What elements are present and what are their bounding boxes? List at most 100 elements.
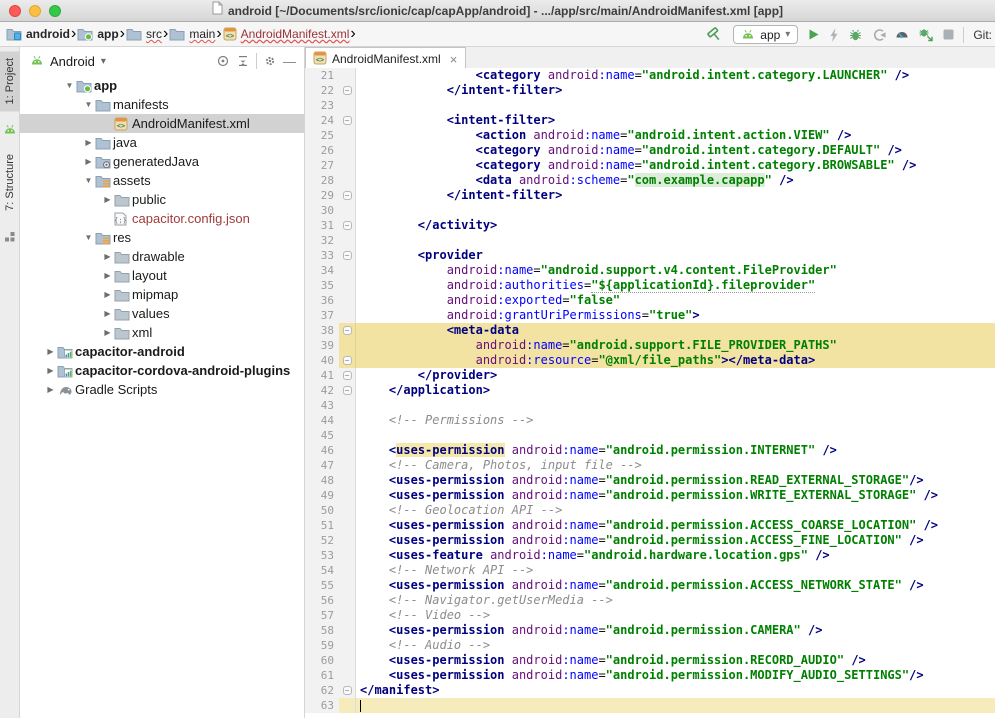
breadcrumb-item-android[interactable]: android <box>6 27 70 41</box>
close-icon[interactable]: × <box>446 52 458 67</box>
line-number[interactable]: 59 <box>305 638 339 653</box>
line-number[interactable]: 30 <box>305 203 339 218</box>
tree-item-capacitor-android[interactable]: ▶capacitor-android <box>20 342 304 361</box>
fold-end-icon[interactable]: − <box>343 386 352 395</box>
code-line-text[interactable]: <uses-permission android:name="android.p… <box>356 533 995 548</box>
code-line-text[interactable]: <category android:name="android.intent.c… <box>356 68 995 83</box>
tree-item-app[interactable]: ▼app <box>20 76 304 95</box>
tab-androidmanifest[interactable]: <> AndroidManifest.xml × <box>305 47 466 70</box>
code-line-55[interactable]: 55 <uses-permission android:name="androi… <box>305 578 995 593</box>
line-number[interactable]: 60 <box>305 653 339 668</box>
line-number[interactable]: 44 <box>305 413 339 428</box>
hide-panel-icon[interactable]: — <box>283 54 296 69</box>
tree-item-drawable[interactable]: ▶drawable <box>20 247 304 266</box>
code-line-text[interactable]: <uses-permission android:name="android.p… <box>356 518 995 533</box>
expand-arrow-icon[interactable]: ▶ <box>101 328 114 337</box>
expand-arrow-icon[interactable]: ▶ <box>82 157 95 166</box>
line-number[interactable]: 54 <box>305 563 339 578</box>
code-line-text[interactable] <box>356 398 995 413</box>
code-line-23[interactable]: 23 <box>305 98 995 113</box>
fold-end-icon[interactable]: − <box>343 221 352 230</box>
code-line-52[interactable]: 52 <uses-permission android:name="androi… <box>305 533 995 548</box>
code-line-25[interactable]: 25 <action android:name="android.intent.… <box>305 128 995 143</box>
line-number[interactable]: 49 <box>305 488 339 503</box>
line-number[interactable]: 34 <box>305 263 339 278</box>
line-number[interactable]: 50 <box>305 503 339 518</box>
fold-end-icon[interactable]: − <box>343 356 352 365</box>
code-line-text[interactable]: android:resource="@xml/file_paths"></met… <box>356 353 995 368</box>
expand-arrow-icon[interactable]: ▶ <box>82 138 95 147</box>
code-line-text[interactable]: <data android:scheme="com.example.capapp… <box>356 173 995 188</box>
line-number[interactable]: 58 <box>305 623 339 638</box>
expand-arrow-icon[interactable]: ▶ <box>44 366 57 375</box>
code-line-62[interactable]: 62−</manifest> <box>305 683 995 698</box>
code-line-56[interactable]: 56 <!-- Navigator.getUserMedia --> <box>305 593 995 608</box>
code-line-59[interactable]: 59 <!-- Audio --> <box>305 638 995 653</box>
code-line-29[interactable]: 29− </intent-filter> <box>305 188 995 203</box>
expand-arrow-icon[interactable]: ▶ <box>101 252 114 261</box>
code-line-text[interactable]: <action android:name="android.intent.act… <box>356 128 995 143</box>
line-number[interactable]: 53 <box>305 548 339 563</box>
code-line-30[interactable]: 30 <box>305 203 995 218</box>
fold-start-icon[interactable]: − <box>343 116 352 125</box>
line-number[interactable]: 62 <box>305 683 339 698</box>
line-number[interactable]: 37 <box>305 308 339 323</box>
line-number[interactable]: 51 <box>305 518 339 533</box>
expand-arrow-icon[interactable]: ▶ <box>101 290 114 299</box>
code-line-text[interactable]: <!-- Camera, Photos, input file --> <box>356 458 995 473</box>
code-line-text[interactable]: <uses-permission android:name="android.p… <box>356 653 995 668</box>
close-button[interactable] <box>9 5 21 17</box>
code-line-text[interactable]: <uses-feature android:name="android.hard… <box>356 548 995 563</box>
resource-manager-icon[interactable] <box>3 124 17 134</box>
expand-arrow-icon[interactable]: ▶ <box>101 271 114 280</box>
code-line-text[interactable] <box>356 233 995 248</box>
tree-item-java[interactable]: ▶java <box>20 133 304 152</box>
run-with-coverage-button[interactable] <box>872 28 886 42</box>
code-line-41[interactable]: 41− </provider> <box>305 368 995 383</box>
code-line-45[interactable]: 45 <box>305 428 995 443</box>
line-number[interactable]: 63 <box>305 698 339 713</box>
expand-arrow-icon[interactable]: ▶ <box>101 309 114 318</box>
code-line-53[interactable]: 53 <uses-feature android:name="android.h… <box>305 548 995 563</box>
code-line-40[interactable]: 40− android:resource="@xml/file_paths"><… <box>305 353 995 368</box>
code-line-22[interactable]: 22− </intent-filter> <box>305 83 995 98</box>
fold-start-icon[interactable]: − <box>343 326 352 335</box>
code-line-21[interactable]: 21 <category android:name="android.inten… <box>305 68 995 83</box>
line-number[interactable]: 31 <box>305 218 339 233</box>
line-number[interactable]: 46 <box>305 443 339 458</box>
code-line-31[interactable]: 31− </activity> <box>305 218 995 233</box>
tree-item-mipmap[interactable]: ▶mipmap <box>20 285 304 304</box>
code-line-44[interactable]: 44 <!-- Permissions --> <box>305 413 995 428</box>
debug-button[interactable] <box>848 28 863 42</box>
run-config-select[interactable]: app ▾ <box>733 25 798 44</box>
line-number[interactable]: 38 <box>305 323 339 338</box>
code-line-text[interactable]: <uses-permission android:name="android.p… <box>356 488 995 503</box>
locate-file-icon[interactable] <box>216 54 230 68</box>
code-line-32[interactable]: 32 <box>305 233 995 248</box>
code-line-text[interactable]: <!-- Audio --> <box>356 638 995 653</box>
line-number[interactable]: 40 <box>305 353 339 368</box>
code-line-37[interactable]: 37 android:grantUriPermissions="true"> <box>305 308 995 323</box>
expand-arrow-icon[interactable]: ▼ <box>82 233 95 242</box>
code-line-38[interactable]: 38− <meta-data <box>305 323 995 338</box>
code-line-text[interactable]: </manifest> <box>356 683 995 698</box>
code-line-text[interactable]: <intent-filter> <box>356 113 995 128</box>
code-line-50[interactable]: 50 <!-- Geolocation API --> <box>305 503 995 518</box>
code-line-39[interactable]: 39 android:name="android.support.FILE_PR… <box>305 338 995 353</box>
line-number[interactable]: 22 <box>305 83 339 98</box>
build-variants-icon[interactable] <box>4 231 16 243</box>
tree-item-manifests[interactable]: ▼manifests <box>20 95 304 114</box>
code-line-57[interactable]: 57 <!-- Video --> <box>305 608 995 623</box>
code-line-58[interactable]: 58 <uses-permission android:name="androi… <box>305 623 995 638</box>
project-view-selector[interactable]: Android <box>50 54 95 69</box>
code-line-49[interactable]: 49 <uses-permission android:name="androi… <box>305 488 995 503</box>
code-line-63[interactable]: 63 <box>305 698 995 713</box>
expand-arrow-icon[interactable]: ▶ <box>101 195 114 204</box>
code-line-text[interactable]: </intent-filter> <box>356 83 995 98</box>
code-line-text[interactable]: android:exported="false" <box>356 293 995 308</box>
line-number[interactable]: 43 <box>305 398 339 413</box>
line-number[interactable]: 48 <box>305 473 339 488</box>
breadcrumb-item-src[interactable]: src <box>126 27 162 41</box>
code-line-text[interactable]: <uses-permission android:name="android.p… <box>356 443 995 458</box>
line-number[interactable]: 28 <box>305 173 339 188</box>
